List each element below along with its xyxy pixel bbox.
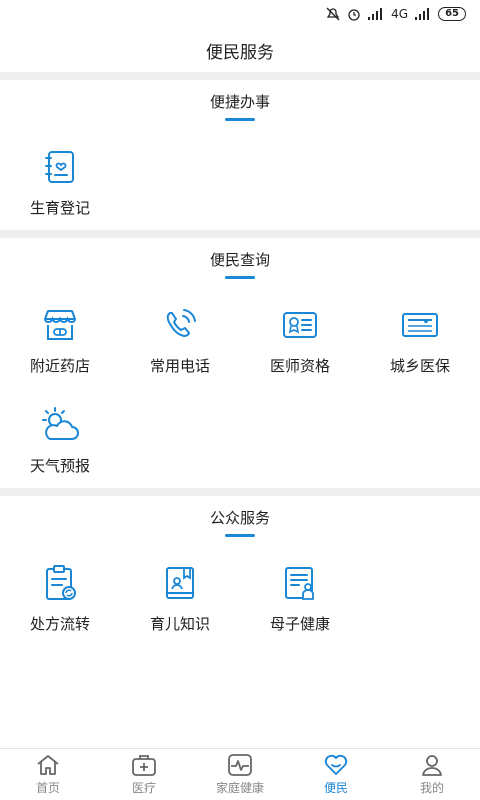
weather-icon (42, 406, 79, 440)
service-nearby-pharmacy[interactable]: 附近药店 (0, 290, 120, 390)
service-mother-child-health[interactable]: 母子健康 (240, 548, 360, 648)
tab-home[interactable]: 首页 (0, 749, 96, 800)
phone-icon (166, 308, 196, 337)
insurance-card-icon (402, 312, 438, 337)
parenting-book-icon (166, 566, 194, 599)
alarm-icon (348, 9, 360, 21)
service-label: 常用电话 (149, 356, 210, 375)
network-type: 4G (391, 7, 409, 21)
birth-register-icon (45, 150, 74, 183)
heart-icon (324, 754, 348, 775)
section-header: 便捷办事 (0, 80, 480, 132)
heartbeat-icon (228, 754, 252, 776)
service-birth-register[interactable]: 生育登记 (0, 132, 120, 232)
service-common-phone[interactable]: 常用电话 (120, 290, 240, 390)
tab-profile[interactable]: 我的 (384, 749, 480, 800)
mother-child-icon (285, 566, 314, 600)
tab-convenience[interactable]: 便民 (288, 749, 384, 800)
doctor-license-icon (283, 311, 317, 338)
tab-label: 我的 (419, 781, 444, 795)
section-title: 公众服务 (209, 509, 270, 527)
section-header: 公众服务 (0, 496, 480, 548)
tab-label: 首页 (35, 781, 60, 795)
home-icon (37, 755, 59, 775)
service-prescription-transfer[interactable]: 处方流转 (0, 548, 120, 648)
user-icon (422, 755, 442, 776)
tab-label: 家庭健康 (215, 781, 264, 795)
bottom-tab-bar: 首页 医疗 家庭健康 便民 我的 (0, 748, 480, 800)
section-public-query: 便民查询 附近药店 常用电话 医师资格 城乡医保 天气预报 (0, 238, 480, 488)
page-title: 便民服务 (206, 42, 274, 63)
tab-label: 医疗 (131, 781, 156, 795)
tab-family-health[interactable]: 家庭健康 (192, 749, 288, 800)
service-label: 天气预报 (29, 456, 90, 475)
tab-label: 便民 (323, 781, 348, 795)
title-underline (225, 118, 255, 121)
service-label: 生育登记 (29, 198, 90, 217)
section-title: 便民查询 (209, 251, 270, 269)
section-quick-services: 便捷办事 生育登记 (0, 80, 480, 230)
service-parenting-knowledge[interactable]: 育儿知识 (120, 548, 240, 648)
signal-icon (415, 8, 430, 20)
medical-kit-icon (132, 755, 156, 776)
service-label: 城乡医保 (389, 356, 450, 375)
service-label: 育儿知识 (149, 614, 210, 633)
mute-icon (326, 7, 340, 21)
section-header: 便民查询 (0, 238, 480, 290)
section-public-services: 公众服务 处方流转 育儿知识 母子健康 (0, 496, 480, 656)
service-label: 医师资格 (269, 356, 330, 375)
title-underline (225, 534, 255, 537)
service-doctor-license[interactable]: 医师资格 (240, 290, 360, 390)
section-divider (0, 72, 480, 80)
service-weather[interactable]: 天气预报 (0, 390, 120, 490)
tab-medical[interactable]: 医疗 (96, 749, 192, 800)
signal-icon (368, 8, 383, 20)
battery-indicator: 65 (438, 7, 466, 21)
service-label: 处方流转 (29, 614, 90, 633)
service-label: 母子健康 (269, 614, 330, 633)
status-bar: 4G 65 (0, 0, 480, 28)
prescription-icon (46, 564, 76, 600)
service-medical-insurance[interactable]: 城乡医保 (360, 290, 480, 390)
title-underline (225, 276, 255, 279)
section-title: 便捷办事 (209, 93, 270, 111)
pharmacy-icon (44, 309, 76, 340)
service-label: 附近药店 (29, 356, 90, 375)
